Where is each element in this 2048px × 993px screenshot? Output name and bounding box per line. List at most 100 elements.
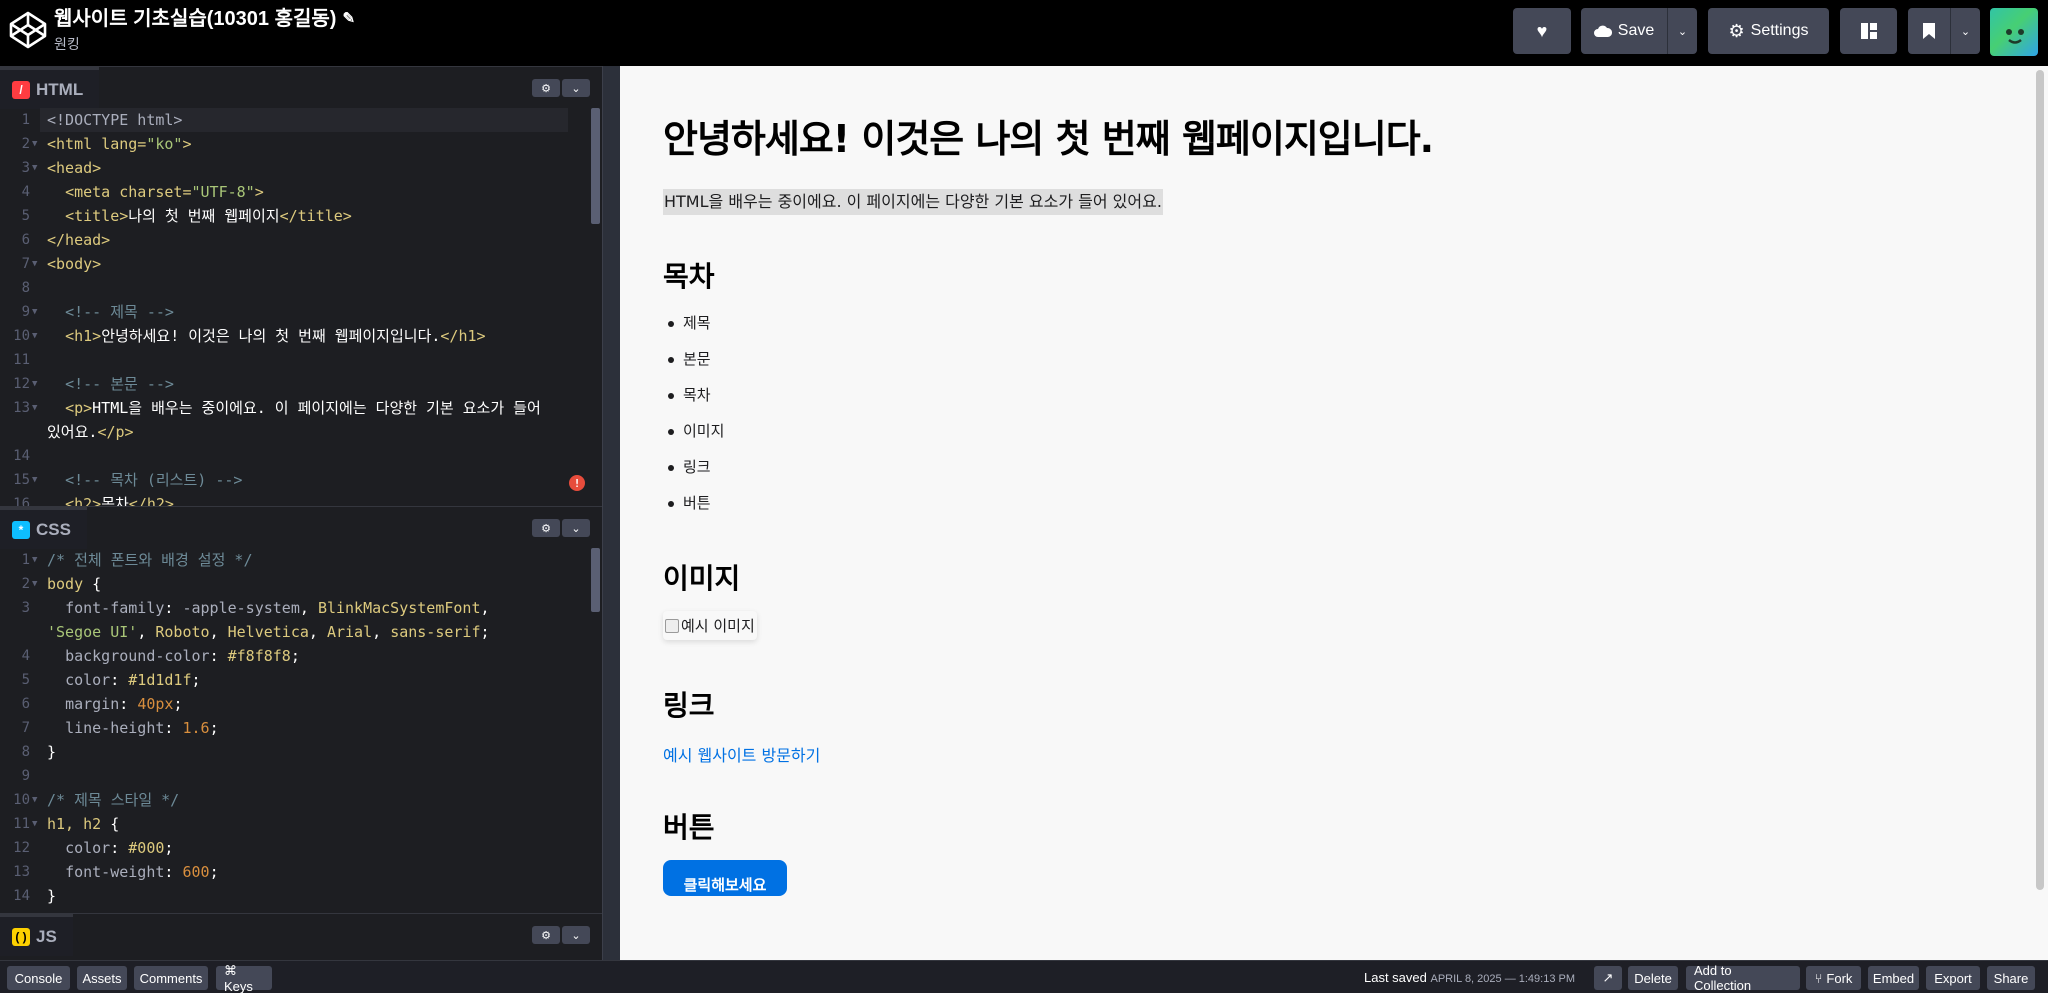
js-settings-button[interactable]: ⚙ <box>532 926 560 944</box>
code-line[interactable]: 4 background-color: #f8f8f8; <box>0 644 592 668</box>
code-line[interactable]: 7 ▼ <body> <box>0 252 592 276</box>
code-token: : <box>119 695 138 713</box>
comments-button[interactable]: Comments <box>134 966 208 990</box>
code-line[interactable]: 5 color: #1d1d1f; <box>0 668 592 692</box>
fork-button[interactable]: ⑂ Fork <box>1806 966 1861 990</box>
code-line[interactable]: 9 ▼ <!-- 제목 --> <box>0 300 592 324</box>
preview-button[interactable]: 클릭해보세요 <box>663 860 787 896</box>
love-button[interactable]: ♥ <box>1513 8 1571 54</box>
export-button[interactable]: Export <box>1926 966 1980 990</box>
code-text: } <box>47 884 56 908</box>
html-editor-tab[interactable]: / HTML <box>0 67 100 109</box>
save-button[interactable]: Save <box>1581 8 1667 54</box>
fold-toggle-icon[interactable]: ▼ <box>32 548 37 572</box>
code-line[interactable]: 6 margin: 40px; <box>0 692 592 716</box>
error-icon[interactable]: ! <box>569 475 585 491</box>
code-line[interactable]: 2 ▼ <html lang="ko"> <box>0 132 592 156</box>
css-collapse-button[interactable]: ⌄ <box>562 519 590 537</box>
keys-button[interactable]: ⌘ Keys <box>216 963 272 993</box>
code-line[interactable]: 1 <!DOCTYPE html> <box>0 108 592 132</box>
code-token: /* 제목 스타일 */ <box>47 791 180 809</box>
code-line[interactable]: 9 <box>0 764 592 788</box>
code-line[interactable]: 15 ▼ <!-- 목차 (리스트) --> <box>0 468 592 492</box>
code-line[interactable]: 1 ▼ /* 전체 폰트와 배경 설정 */ <box>0 548 592 572</box>
settings-label: Settings <box>1750 22 1809 39</box>
codepen-logo-icon[interactable] <box>8 10 48 50</box>
fold-toggle-icon[interactable]: ▼ <box>32 572 37 596</box>
fold-toggle-icon[interactable]: ▼ <box>32 788 37 812</box>
preview-scrollbar[interactable] <box>2036 70 2044 890</box>
pen-title[interactable]: 웹사이트 기초실습(10301 홍길동) <box>54 6 336 32</box>
fold-toggle-icon[interactable]: ▼ <box>32 396 37 420</box>
fold-toggle-icon[interactable]: ▼ <box>32 468 37 492</box>
code-line[interactable]: 11 ▼ h1, h2 { <box>0 812 592 836</box>
code-line[interactable]: 16 <h2>목차</h2> <box>0 492 592 506</box>
code-line[interactable]: 14 <box>0 444 592 468</box>
code-line[interactable]: 'Segoe UI', Roboto, Helvetica, Arial, sa… <box>0 620 592 644</box>
code-line[interactable]: 13 font-weight: 600; <box>0 860 592 884</box>
code-token: #1d1d1f <box>128 671 192 689</box>
code-line[interactable]: 12 ▼ <!-- 본문 --> <box>0 372 592 396</box>
code-line[interactable]: 12 color: #000; <box>0 836 592 860</box>
line-number: 12 <box>13 376 30 392</box>
fold-toggle-icon[interactable]: ▼ <box>32 156 37 180</box>
css-settings-button[interactable]: ⚙ <box>532 519 560 537</box>
assets-button[interactable]: Assets <box>77 966 127 990</box>
code-text: color: #000; <box>47 836 173 860</box>
preview-button-wrap: 클릭해보세요 <box>663 860 2003 900</box>
editor-preview-resizer[interactable] <box>602 66 620 960</box>
pen-author[interactable]: 원킹 <box>54 34 355 54</box>
code-line[interactable]: 10 ▼ /* 제목 스타일 */ <box>0 788 592 812</box>
user-avatar[interactable] <box>1990 8 2038 56</box>
share-button[interactable]: Share <box>1987 966 2035 990</box>
code-token: : <box>209 647 228 665</box>
fold-toggle-icon[interactable]: ▼ <box>32 324 37 348</box>
code-line[interactable]: 2 ▼ body { <box>0 572 592 596</box>
html-settings-button[interactable]: ⚙ <box>532 79 560 97</box>
code-line[interactable]: 3 font-family: -apple-system, BlinkMacSy… <box>0 596 592 620</box>
html-editor-label: HTML <box>36 79 84 99</box>
settings-button[interactable]: ⚙ Settings <box>1708 8 1829 54</box>
code-line[interactable]: 13 ▼ <p>HTML을 배우는 중이에요. 이 페이지에는 다양한 기본 요소… <box>0 396 592 420</box>
embed-button[interactable]: Embed <box>1868 966 1919 990</box>
html-editor: / HTML ⚙ ⌄ 1 <!DOCTYPE html> 2 ▼ <html lang=… <box>0 66 602 506</box>
fold-toggle-icon[interactable]: ▼ <box>32 252 37 276</box>
js-editor-tab[interactable]: ( ) JS <box>0 914 73 956</box>
css-code-area[interactable]: 1 ▼/* 전체 폰트와 배경 설정 */2 ▼ body {3 font-famil… <box>0 548 602 913</box>
code-line[interactable]: 11 <box>0 348 592 372</box>
code-line[interactable]: 8 <box>0 276 592 300</box>
change-view-button[interactable] <box>1840 8 1897 54</box>
fold-toggle-icon[interactable]: ▼ <box>32 132 37 156</box>
code-line[interactable]: 4 <meta charset="UTF-8"> <box>0 180 592 204</box>
bookmark-button[interactable] <box>1908 8 1950 54</box>
js-collapse-button[interactable]: ⌄ <box>562 926 590 944</box>
console-button[interactable]: Console <box>7 966 70 990</box>
code-line[interactable]: 3 ▼ <head> <box>0 156 592 180</box>
delete-button[interactable]: Delete <box>1628 966 1678 990</box>
save-options-button[interactable]: ⌄ <box>1667 8 1697 54</box>
pencil-icon[interactable]: ✎ <box>342 6 355 32</box>
html-collapse-button[interactable]: ⌄ <box>562 79 590 97</box>
fold-toggle-icon[interactable]: ▼ <box>32 812 37 836</box>
code-line[interactable]: 6 </head> <box>0 228 592 252</box>
css-editor-tab[interactable]: * CSS <box>0 507 87 549</box>
fold-toggle-icon[interactable]: ▼ <box>32 300 37 324</box>
code-line[interactable]: 5 <title>나의 첫 번째 웹페이지</title> <box>0 204 592 228</box>
html-code-area[interactable]: 1 <!DOCTYPE html> 2 ▼ <html lang="ko"> 3 ▼ <hea… <box>0 108 602 506</box>
open-external-button[interactable]: ↗ <box>1594 966 1622 990</box>
code-line[interactable]: 14} <box>0 884 592 908</box>
fold-toggle-icon[interactable]: ▼ <box>32 372 37 396</box>
code-line[interactable]: 7 line-height: 1.6; <box>0 716 592 740</box>
add-to-collection-button[interactable]: Add to Collection <box>1686 963 1800 993</box>
css-scrollbar[interactable] <box>591 548 600 612</box>
code-line[interactable]: 있어요.</p> <box>0 420 592 444</box>
bookmark-options-button[interactable]: ⌄ <box>1950 8 1980 54</box>
code-line[interactable]: 10 ▼ <h1>안녕하세요! 이것은 나의 첫 번째 웹페이지입니다.</h1> <box>0 324 592 348</box>
preview-link[interactable]: 예시 웹사이트 방문하기 <box>663 746 820 765</box>
code-line[interactable]: 8} <box>0 740 592 764</box>
line-number: 5 <box>21 672 30 688</box>
html-scrollbar[interactable] <box>591 108 600 224</box>
html-lang-icon: / <box>12 80 30 99</box>
